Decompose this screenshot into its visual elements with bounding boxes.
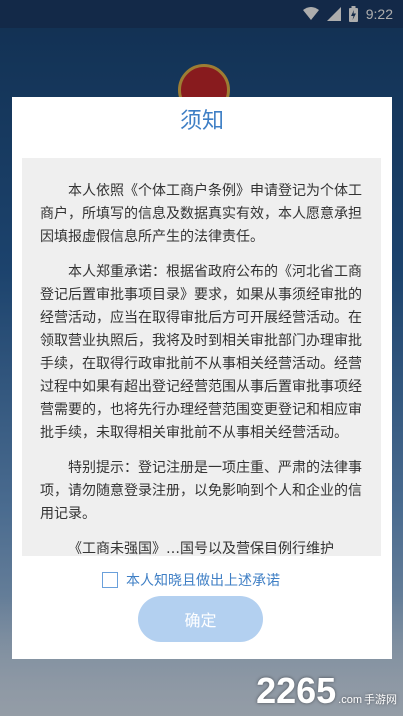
watermark-suffix: .com <box>338 694 362 706</box>
notice-paragraph: 本人依照《个体工商户条例》申请登记为个体工商户，所填写的信息及数据真实有效，本人… <box>40 183 362 245</box>
agree-checkbox-row[interactable]: 本人知晓且做出上述承诺 <box>102 569 280 591</box>
notice-paragraph: 本人郑重承诺：根据省政府公布的《河北省工商登记后置审批事项目录》要求，如果从事须… <box>40 264 362 441</box>
confirm-button[interactable]: 确定 <box>138 596 263 642</box>
dialog-title: 须知 <box>179 109 224 134</box>
watermark-number: 2265 <box>256 670 337 711</box>
notice-paragraph: 特别提示：登记注册是一项庄重、严肃的法律事项，请勿随意登录注册，以免影响到个人和… <box>40 460 362 522</box>
watermark-site: 手游网 <box>364 694 397 706</box>
agree-label[interactable]: 本人知晓且做出上述承诺 <box>126 570 280 590</box>
site-watermark-logo: 2265 .com 手游网 <box>256 670 397 712</box>
notice-content-scroll[interactable]: 本人依照《个体工商户条例》申请登记为个体工商户，所填写的信息及数据真实有效，本人… <box>22 158 381 556</box>
agree-checkbox[interactable] <box>102 572 118 588</box>
notice-paragraph: 《工商未强国》…国号以及营保目例行维护 <box>68 541 334 556</box>
notice-content: 本人依照《个体工商户条例》申请登记为个体工商户，所填写的信息及数据真实有效，本人… <box>40 180 368 556</box>
notice-dialog: 须知 本人依照《个体工商户条例》申请登记为个体工商户，所填写的信息及数据真实有效… <box>12 97 392 659</box>
